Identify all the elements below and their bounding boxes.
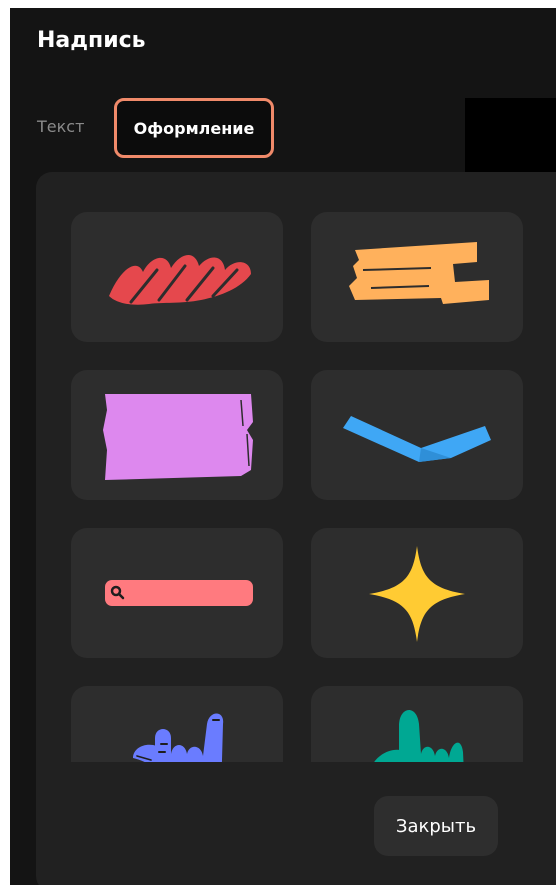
blue-hand-icon [133, 713, 224, 762]
design-panel: Закрыть [36, 172, 556, 885]
blue-chevron-ribbon-icon [343, 416, 491, 462]
tab-design-label: Оформление [133, 118, 255, 138]
style-tile-teal-hand[interactable] [311, 686, 523, 762]
style-tile-search-bar[interactable] [71, 528, 283, 658]
style-tile-blue-hand[interactable] [71, 686, 283, 762]
page-title: Надпись [37, 28, 146, 53]
teal-hand-icon [374, 710, 464, 762]
style-tile-yellow-star[interactable] [311, 528, 523, 658]
style-tile-red-scribble[interactable] [71, 212, 283, 342]
close-button[interactable]: Закрыть [374, 796, 498, 856]
tab-design[interactable]: Оформление [114, 98, 274, 158]
purple-paper-note-icon [103, 394, 253, 480]
style-tile-orange-tape[interactable] [311, 212, 523, 342]
style-tile-purple-note[interactable] [71, 370, 283, 500]
style-tile-blue-ribbon[interactable] [311, 370, 523, 500]
red-scribble-icon [109, 254, 251, 305]
text-style-window: Надпись Текст Оформление Закрыть [10, 8, 556, 885]
orange-torn-tape-icon [349, 242, 489, 304]
search-bar-icon [105, 580, 253, 606]
styles-grid[interactable] [36, 172, 556, 762]
tab-text[interactable]: Текст [37, 117, 84, 136]
canvas-preview-area [465, 98, 556, 178]
yellow-sparkle-star-icon [369, 546, 465, 642]
